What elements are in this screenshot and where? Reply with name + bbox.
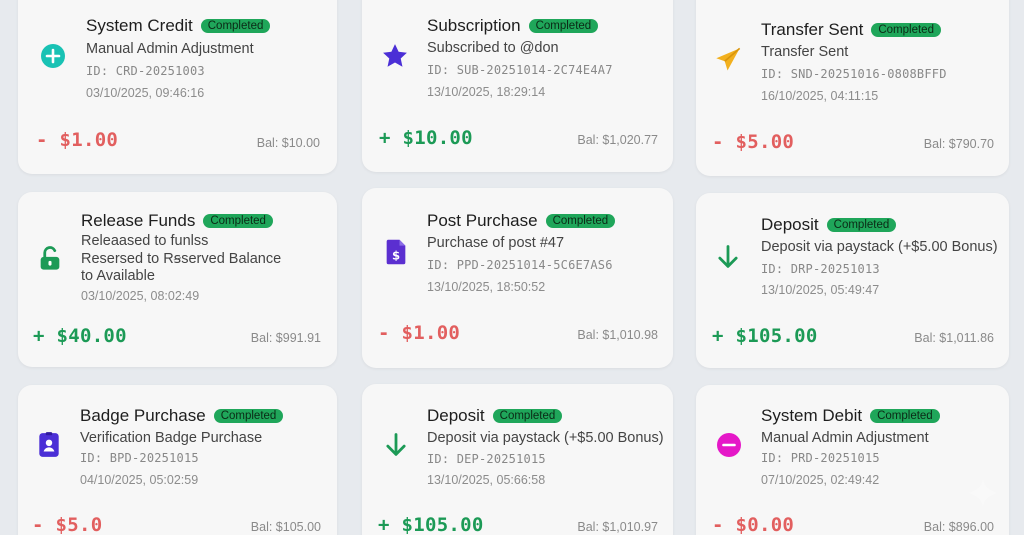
transaction-date: 03/10/2025, 09:46:16 (86, 86, 205, 100)
transaction-card[interactable]: Badge Purchase Completed Verification Ba… (18, 385, 337, 535)
transaction-date: 13/10/2025, 05:49:47 (761, 283, 880, 297)
transaction-description: Deposit via paystack (+$5.00 Bonus) (761, 239, 998, 255)
transaction-id: ID: CRD-20251003 (86, 64, 205, 78)
balance-after: Bal: $896.00 (923, 520, 994, 534)
svg-text:$: $ (392, 249, 400, 263)
transaction-description: Releaased to funlss Resersed to Rꞩserved… (81, 233, 282, 284)
transaction-title: System Debit (761, 406, 863, 425)
minus-circle-icon (716, 432, 742, 458)
status-badge: Completed (203, 214, 273, 228)
status-badge: Completed (545, 214, 616, 228)
status-badge: Completed (492, 409, 563, 423)
balance-after: Bal: $991.91 (250, 331, 321, 345)
transaction-id: ID: SND-20251016-0808BFFD (761, 67, 947, 81)
transaction-amount: - $0.00 (712, 514, 795, 535)
transaction-description: Manual Admin Adjustment (86, 41, 254, 57)
transaction-card[interactable]: Deposit Completed Deposit via paystack (… (696, 193, 1009, 368)
transaction-card[interactable]: System Credit Completed Manual Admin Adj… (18, 0, 337, 174)
paper-plane-icon (714, 46, 742, 74)
status-badge: Completed (870, 409, 940, 423)
transaction-title: Release Funds (81, 211, 196, 230)
balance-after: Bal: $1,010.97 (577, 520, 658, 534)
transaction-title: Transfer Sent (761, 20, 864, 39)
transaction-id: ID: SUB-20251014-2C74E4A7 (427, 63, 613, 77)
transaction-description: Deposit via paystack (+$5.00 Bonus) (427, 430, 664, 446)
balance-after: Bal: $790.70 (923, 137, 994, 151)
unlock-icon (36, 244, 64, 272)
transaction-card[interactable]: System Debit Completed Manual Admin Adju… (696, 385, 1009, 535)
status-badge: Completed (528, 19, 599, 33)
balance-after: Bal: $10.00 (256, 136, 320, 150)
transaction-date: 13/10/2025, 18:29:14 (427, 85, 546, 99)
transaction-card[interactable]: $ Post Purchase Completed Purchase of po… (362, 188, 673, 368)
balance-after: Bal: $1,010.98 (577, 328, 658, 342)
transaction-date: 03/10/2025, 08:02:49 (81, 289, 200, 303)
transaction-id: ID: BPD-20251015 (80, 451, 199, 465)
status-badge: Completed (826, 218, 897, 232)
arrow-down-icon (714, 243, 742, 271)
transaction-card[interactable]: Transfer Sent Completed Transfer Sent ID… (696, 0, 1009, 176)
balance-after: Bal: $1,020.77 (577, 133, 658, 147)
transaction-card[interactable]: Subscription Completed Subscribed to @do… (362, 0, 673, 172)
status-badge: Completed (871, 23, 941, 37)
transaction-id: ID: DEP-20251015 (427, 452, 546, 466)
transaction-title: Deposit (427, 406, 485, 425)
balance-after: Bal: $1,011.86 (914, 331, 994, 345)
balance-after: Bal: $105.00 (250, 520, 321, 534)
transaction-title: Deposit (761, 215, 819, 234)
transaction-id: ID: PPD-20251014-5C6E7AS6 (427, 258, 613, 272)
transaction-amount: + $10.00 (379, 127, 473, 149)
transaction-title: Badge Purchase (80, 406, 206, 425)
transaction-description: Manual Admin Adjustment (761, 430, 929, 446)
transaction-date: 07/10/2025, 02:49:42 (761, 473, 880, 487)
transaction-amount: - $1.00 (378, 322, 461, 344)
transaction-description: Purchase of post #47 (427, 235, 565, 251)
transaction-date: 13/10/2025, 18:50:52 (427, 280, 546, 294)
sparkle-icon (968, 478, 998, 508)
arrow-down-icon (382, 431, 410, 459)
transaction-amount: - $5.00 (712, 131, 795, 153)
transaction-amount: + $105.00 (378, 514, 484, 535)
transaction-title: System Credit (86, 16, 193, 35)
transaction-amount: - $1.00 (36, 129, 119, 151)
transaction-amount: - $5.0 (32, 514, 103, 535)
transaction-amount: + $40.00 (33, 325, 127, 347)
transaction-amount: + $105.00 (712, 325, 818, 347)
transaction-id: ID: DRP-20251013 (761, 262, 880, 276)
transaction-description: Verification Badge Purchase (80, 430, 263, 446)
transaction-title: Post Purchase (427, 211, 538, 230)
id-badge-icon (36, 431, 62, 459)
transaction-id: ID: PRD-20251015 (761, 451, 880, 465)
status-badge: Completed (200, 19, 271, 33)
transaction-date: 16/10/2025, 04:11:15 (761, 89, 879, 103)
plus-circle-icon (40, 43, 66, 69)
transaction-date: 13/10/2025, 05:66:58 (427, 473, 546, 487)
transaction-card[interactable]: Release Funds Completed Releaased to fun… (18, 192, 337, 367)
transaction-description: Transfer Sent (761, 44, 849, 60)
status-badge: Completed (213, 409, 284, 423)
star-icon (381, 42, 409, 70)
transaction-card[interactable]: Deposit Completed Deposit via paystack (… (362, 384, 673, 535)
transaction-title: Subscription (427, 16, 521, 35)
transaction-date: 04/10/2025, 05:02:59 (80, 473, 199, 487)
dollar-document-icon: $ (382, 238, 410, 266)
transaction-description: Subscribed to @don (427, 40, 559, 56)
